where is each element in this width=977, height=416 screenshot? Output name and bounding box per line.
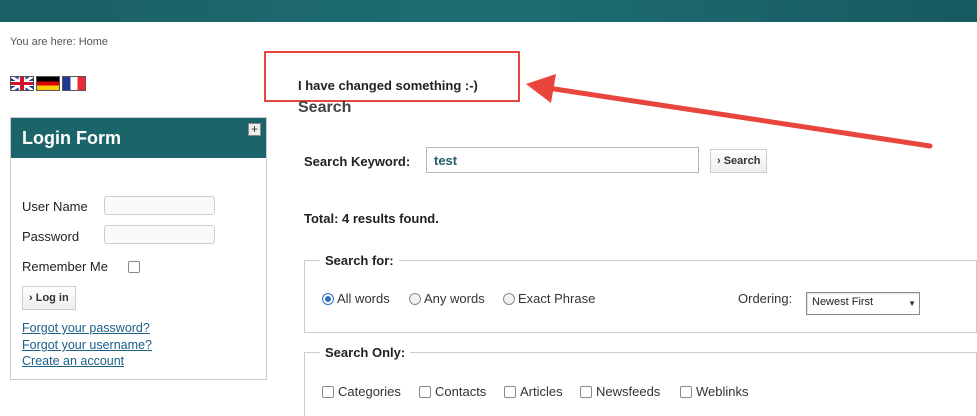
search-button[interactable]: › Search [710,149,768,173]
checkbox-contacts-label: Contacts [435,384,487,399]
forgot-username-link[interactable]: Forgot your username? [22,338,152,352]
checkbox-icon[interactable] [504,385,516,398]
remember-me-checkbox[interactable] [128,261,140,273]
expand-icon[interactable]: + [248,123,261,136]
radio-any-words[interactable]: Any words [409,291,485,306]
chevron-down-icon: ▼ [908,299,916,308]
radio-unselected-icon[interactable] [409,292,421,305]
radio-all-words-label: All words [337,291,390,306]
ordering-label: Ordering: [738,291,793,306]
checkbox-icon[interactable] [680,385,692,398]
login-form-title: Login Form [22,128,121,148]
search-only-legend: Search Only: [325,345,406,360]
radio-exact-phrase-label: Exact Phrase [518,291,596,306]
password-field[interactable] [104,225,215,244]
login-form-header: Login Form + [11,118,266,158]
radio-selected-icon[interactable] [322,292,334,305]
login-button[interactable]: › Log in [22,286,76,310]
german-flag-icon[interactable] [36,76,60,91]
radio-unselected-icon[interactable] [503,292,515,305]
checkbox-contacts[interactable]: Contacts [419,384,486,399]
checkbox-categories-label: Categories [338,384,401,399]
search-for-legend: Search for: [325,253,394,268]
language-switcher [10,76,86,91]
forgot-password-link[interactable]: Forgot your password? [22,321,150,335]
ordering-select[interactable]: Newest First ▼ [806,292,920,315]
checkbox-articles-label: Articles [520,384,563,399]
checkbox-icon[interactable] [419,385,431,398]
french-flag-icon[interactable] [62,76,86,91]
annotation-text: I have changed something :-) [298,78,478,93]
checkbox-weblinks[interactable]: Weblinks [680,384,749,399]
breadcrumb: You are here: Home [10,36,109,48]
site-header-bar [0,0,977,22]
search-keyword-label: Search Keyword: [304,154,411,169]
checkbox-icon[interactable] [322,385,334,398]
password-label: Password [22,229,80,244]
username-field[interactable] [104,196,215,215]
checkbox-articles[interactable]: Articles [504,384,563,399]
checkbox-icon[interactable] [580,385,592,398]
radio-any-words-label: Any words [424,291,485,306]
remember-me-label: Remember Me [22,259,108,274]
checkbox-weblinks-label: Weblinks [696,384,749,399]
results-total: Total: 4 results found. [304,211,439,226]
checkbox-newsfeeds[interactable]: Newsfeeds [580,384,660,399]
radio-all-words[interactable]: All words [322,291,390,306]
username-label: User Name [22,199,88,214]
checkbox-categories[interactable]: Categories [322,384,401,399]
search-keyword-input[interactable]: test [426,147,699,173]
annotation-highlight-box [264,51,520,102]
search-heading: Search [298,99,352,116]
create-account-link[interactable]: Create an account [22,354,124,368]
ordering-selected-value: Newest First [812,296,874,308]
search-only-fieldset: Search Only: [304,345,977,416]
login-form-panel: Login Form + User Name Password Remember… [10,117,267,380]
radio-exact-phrase[interactable]: Exact Phrase [503,291,595,306]
checkbox-newsfeeds-label: Newsfeeds [596,384,661,399]
uk-flag-icon[interactable] [10,76,34,91]
